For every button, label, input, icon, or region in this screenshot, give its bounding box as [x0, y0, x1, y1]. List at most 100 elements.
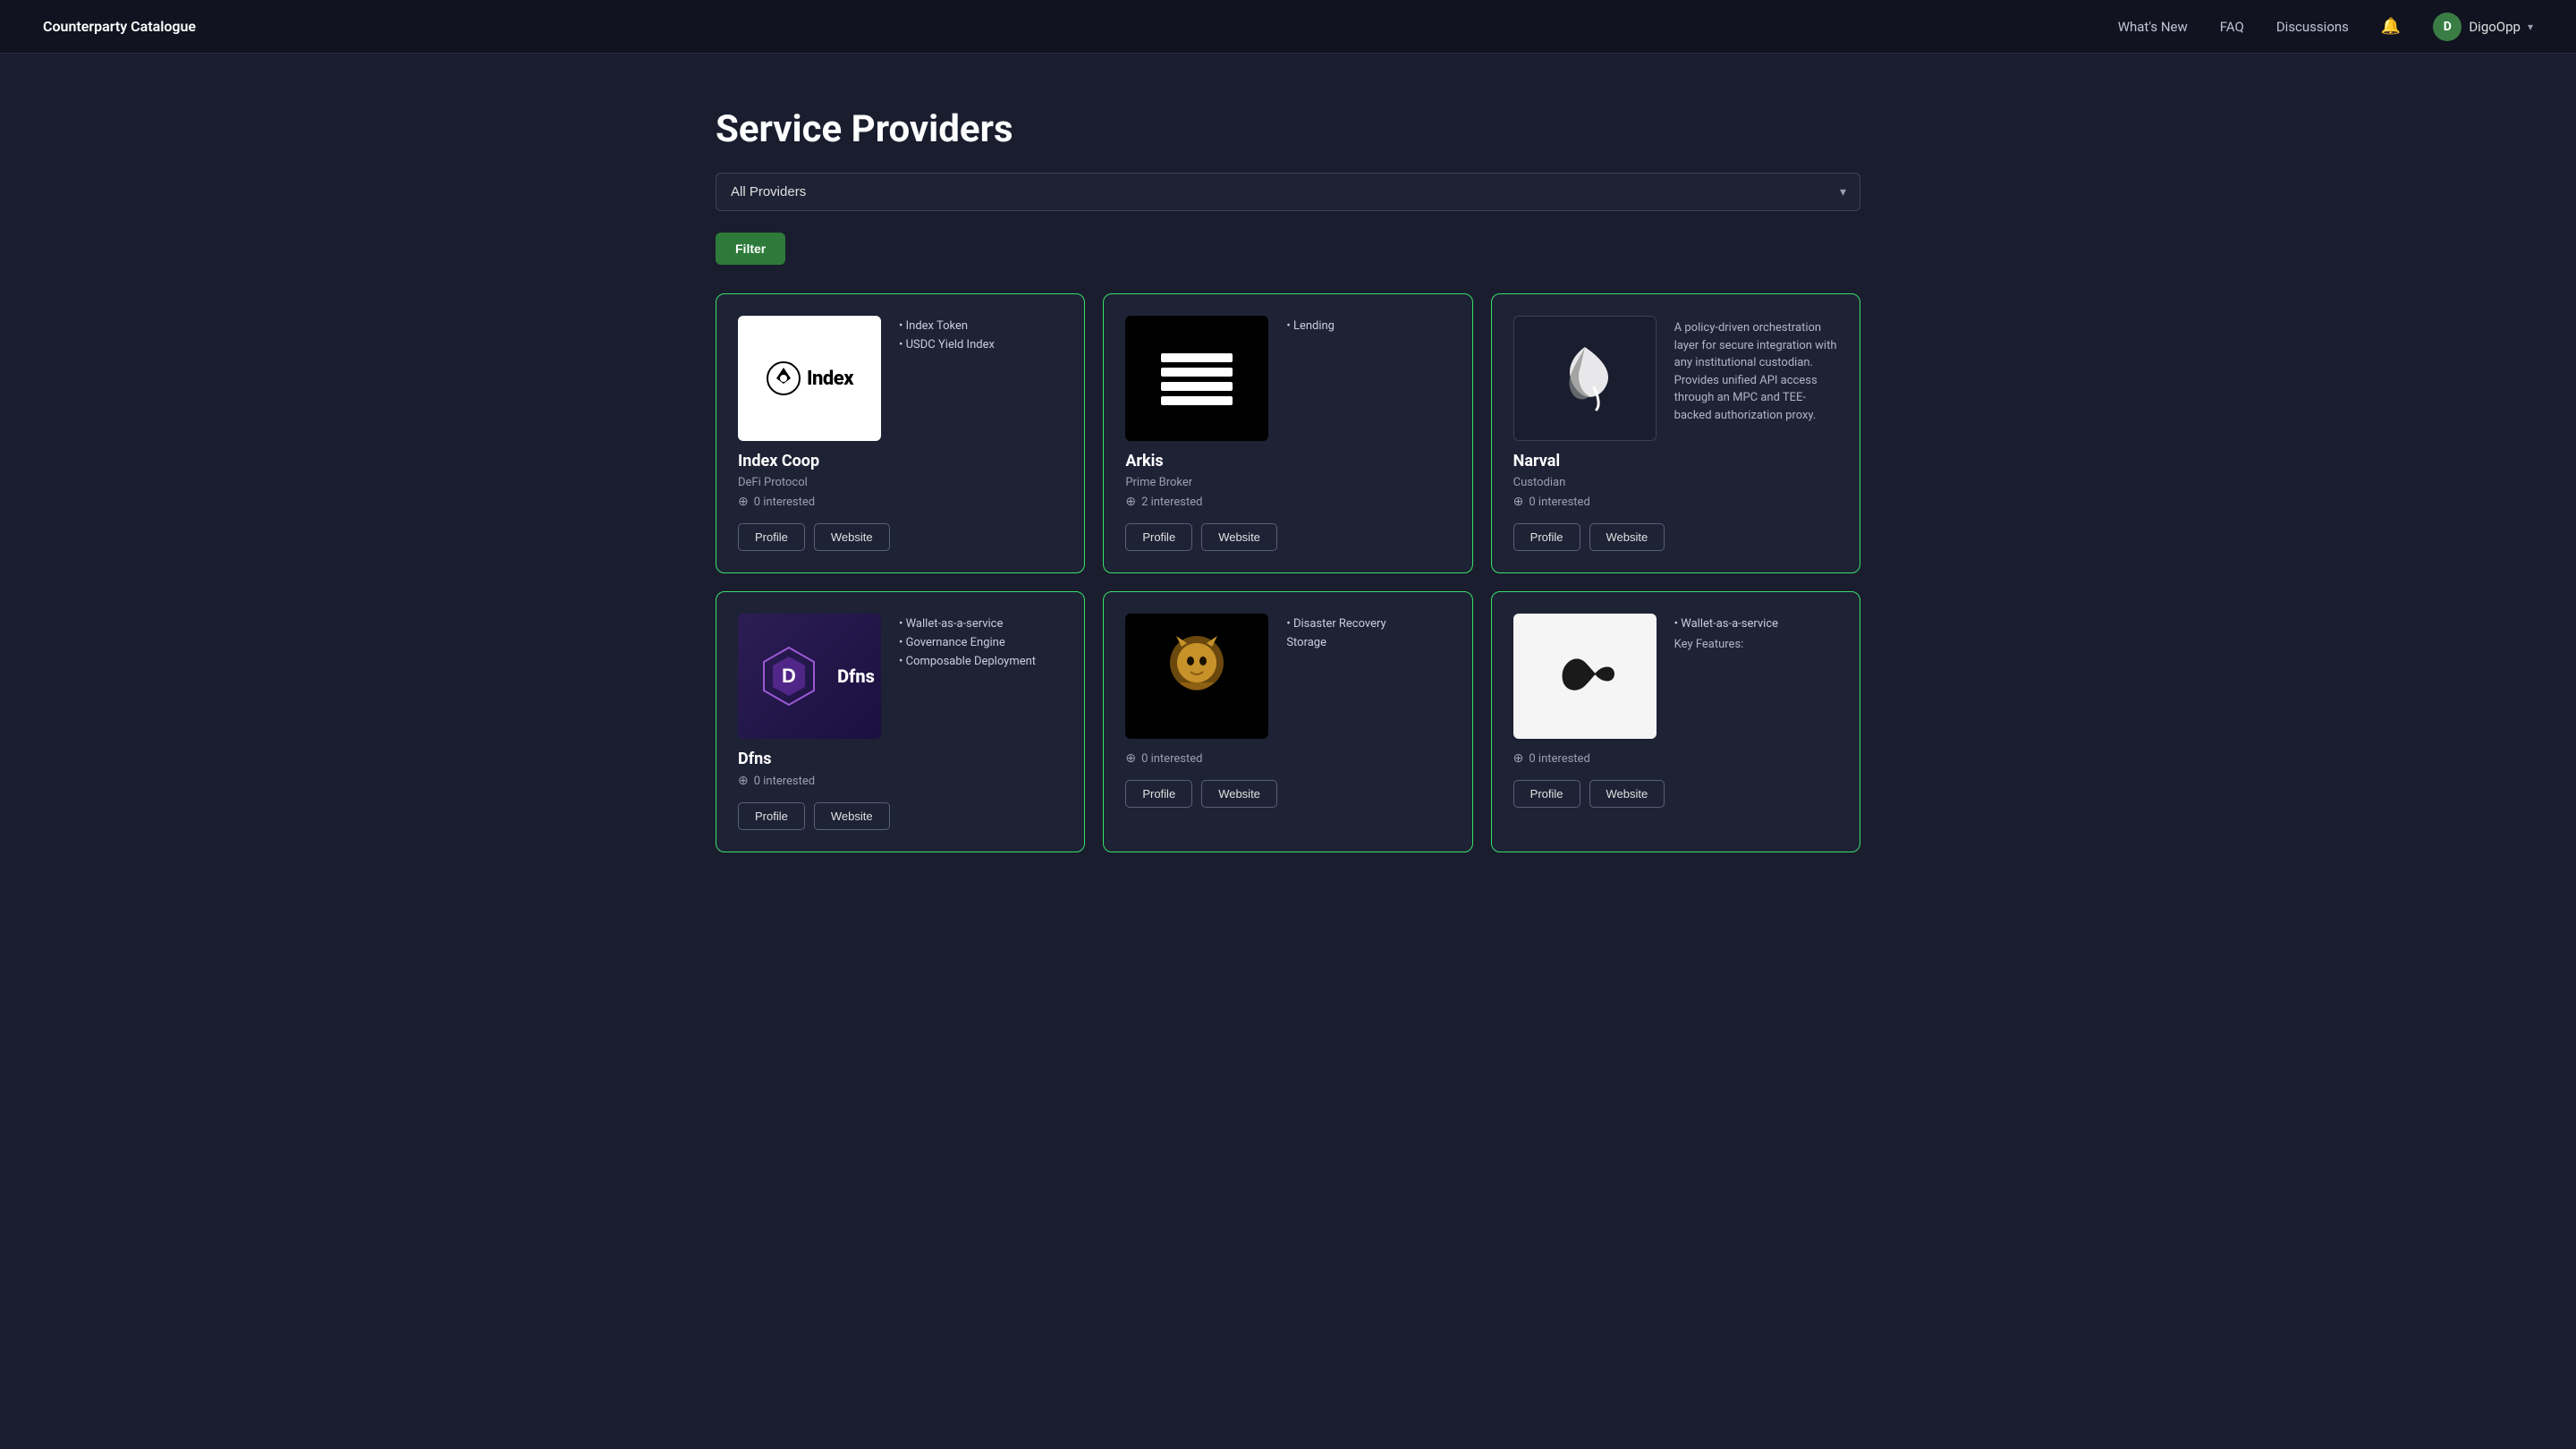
nav-link-whats-new[interactable]: What's New — [2118, 19, 2188, 35]
card-logo-lion — [1125, 614, 1268, 739]
card-logo-index-coop: Index — [738, 316, 881, 441]
chevron-down-icon: ▾ — [2528, 21, 2533, 33]
interested-count: 0 interested — [1529, 752, 1589, 766]
card-top: D Dfns • Wallet-as-a-service • Governanc… — [738, 614, 1063, 739]
card-name: Index Coop — [738, 452, 1063, 470]
card-description: Key Features: — [1674, 636, 1778, 654]
profile-button[interactable]: Profile — [1125, 523, 1192, 551]
profile-button[interactable]: Profile — [1513, 780, 1580, 808]
user-menu[interactable]: D DigoOpp ▾ — [2433, 13, 2533, 41]
interested-count: 0 interested — [1529, 496, 1589, 509]
last-logo-image — [1513, 614, 1657, 739]
card-info: ⊕ 0 interested — [1513, 750, 1838, 766]
card-actions: Profile Website — [738, 523, 1063, 551]
username: DigoOpp — [2469, 19, 2521, 35]
interested-count: 2 interested — [1141, 496, 1202, 509]
index-coop-logo-image: Index — [738, 316, 881, 441]
card-description: A policy-driven orchestration layer for … — [1674, 319, 1838, 424]
card-actions: Profile Website — [1513, 780, 1838, 808]
website-button[interactable]: Website — [1589, 523, 1665, 551]
narval-logo-image — [1514, 317, 1656, 440]
nav-logo[interactable]: Counterparty Catalogue — [43, 18, 196, 35]
card-logo-narval — [1513, 316, 1657, 441]
card-type: Prime Broker — [1125, 476, 1450, 489]
interested-icon: ⊕ — [738, 774, 749, 788]
card-actions: Profile Website — [1513, 523, 1838, 551]
card-name: Arkis — [1125, 452, 1450, 470]
card-tags: • Index Token • USDC Yield Index — [899, 316, 995, 352]
card-narval: A policy-driven orchestration layer for … — [1491, 293, 1860, 573]
card-top: • Wallet-as-a-service Key Features: — [1513, 614, 1838, 739]
tag-0: • Wallet-as-a-service — [1674, 617, 1778, 631]
card-top: Index • Index Token • USDC Yield Index — [738, 316, 1063, 441]
card-tags: • Wallet-as-a-service Key Features: — [1674, 614, 1778, 654]
nav-link-discussions[interactable]: Discussions — [2276, 19, 2349, 35]
card-interested: ⊕ 0 interested — [738, 495, 1063, 509]
card-interested: ⊕ 0 interested — [1125, 751, 1450, 766]
card-index-coop: Index • Index Token • USDC Yield Index I… — [716, 293, 1085, 573]
tag-2: • Composable Deployment — [899, 655, 1036, 668]
filter-dropdown-wrapper: All Providers ▾ — [716, 173, 1860, 211]
tag-0: • Disaster Recovery — [1286, 617, 1385, 631]
card-top: A policy-driven orchestration layer for … — [1513, 316, 1838, 441]
card-last: • Wallet-as-a-service Key Features: ⊕ 0 … — [1491, 591, 1860, 852]
card-logo-arkis — [1125, 316, 1268, 441]
card-logo-dfns: D Dfns — [738, 614, 881, 739]
website-button[interactable]: Website — [814, 523, 890, 551]
card-arkis: • Lending Arkis Prime Broker ⊕ 2 interes… — [1103, 293, 1472, 573]
dfns-logo-image: D Dfns — [738, 614, 881, 739]
filter-button[interactable]: Filter — [716, 233, 785, 265]
profile-button[interactable]: Profile — [1125, 780, 1192, 808]
tag-1: • USDC Yield Index — [899, 338, 995, 352]
card-interested: ⊕ 0 interested — [1513, 495, 1838, 509]
card-top: • Lending — [1125, 316, 1450, 441]
card-info: ⊕ 0 interested — [1125, 750, 1450, 766]
cards-grid: Index • Index Token • USDC Yield Index I… — [716, 293, 1860, 852]
tag-1: • Governance Engine — [899, 636, 1036, 649]
card-type: Custodian — [1513, 476, 1838, 489]
interested-count: 0 interested — [754, 775, 815, 788]
dfns-icon: D — [744, 640, 834, 712]
navbar: Counterparty Catalogue What's New FAQ Di… — [0, 0, 2576, 54]
card-interested: ⊕ 0 interested — [738, 774, 1063, 788]
lion-icon — [1148, 627, 1246, 725]
card-top: • Disaster Recovery Storage — [1125, 614, 1450, 739]
interested-icon: ⊕ — [1125, 495, 1136, 509]
card-lion: • Disaster Recovery Storage ⊕ 0 interest… — [1103, 591, 1472, 852]
website-button[interactable]: Website — [1201, 780, 1277, 808]
page-title: Service Providers — [716, 107, 1860, 151]
svg-text:D: D — [782, 665, 796, 687]
card-interested: ⊕ 2 interested — [1125, 495, 1450, 509]
last-icon — [1545, 636, 1625, 716]
website-button[interactable]: Website — [1589, 780, 1665, 808]
card-actions: Profile Website — [1125, 780, 1450, 808]
lion-logo-image — [1125, 614, 1268, 739]
card-actions: Profile Website — [1125, 523, 1450, 551]
interested-icon: ⊕ — [1513, 751, 1524, 766]
provider-filter-dropdown[interactable]: All Providers — [716, 173, 1860, 211]
card-interested: ⊕ 0 interested — [1513, 751, 1838, 766]
narval-icon — [1536, 329, 1634, 428]
card-tags: • Disaster Recovery Storage — [1286, 614, 1385, 649]
card-info: Arkis Prime Broker ⊕ 2 interested — [1125, 452, 1450, 509]
notification-bell-icon[interactable]: 🔔 — [2381, 17, 2401, 36]
nav-link-faq[interactable]: FAQ — [2220, 19, 2244, 35]
profile-button[interactable]: Profile — [738, 802, 805, 830]
card-name: Dfns — [738, 750, 1063, 768]
card-info: Index Coop DeFi Protocol ⊕ 0 interested — [738, 452, 1063, 509]
interested-count: 0 interested — [1141, 752, 1202, 766]
website-button[interactable]: Website — [814, 802, 890, 830]
interested-icon: ⊕ — [1513, 495, 1524, 509]
card-dfns: D Dfns • Wallet-as-a-service • Governanc… — [716, 591, 1085, 852]
card-name: Narval — [1513, 452, 1838, 470]
card-tags: A policy-driven orchestration layer for … — [1674, 316, 1838, 424]
tag-0: • Index Token — [899, 319, 995, 333]
card-actions: Profile Website — [738, 802, 1063, 830]
card-type: DeFi Protocol — [738, 476, 1063, 489]
profile-button[interactable]: Profile — [1513, 523, 1580, 551]
card-tags: • Wallet-as-a-service • Governance Engin… — [899, 614, 1036, 668]
website-button[interactable]: Website — [1201, 523, 1277, 551]
index-icon — [766, 360, 801, 396]
arkis-icon — [1148, 343, 1246, 414]
profile-button[interactable]: Profile — [738, 523, 805, 551]
